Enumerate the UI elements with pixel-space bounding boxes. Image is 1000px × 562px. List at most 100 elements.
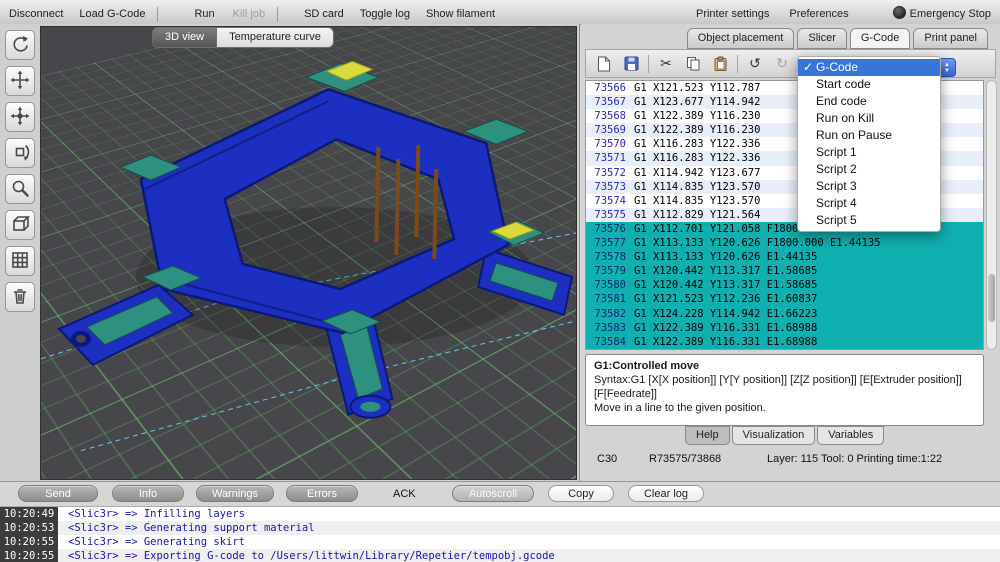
printer-settings-button[interactable]: Printer settings xyxy=(691,8,774,24)
gcode-line-number: 73573 xyxy=(586,180,634,194)
gcode-line-selected[interactable]: 73578G1 X113.133 Y120.626 E1.44135 xyxy=(586,250,983,264)
rotate-object-button[interactable] xyxy=(5,138,35,168)
perspective-view-button[interactable] xyxy=(5,210,35,240)
log-entry: 10:20:55<Slic3r> => Generating skirt xyxy=(0,535,1000,549)
viewport-toolstrip xyxy=(3,30,37,312)
toolbar-separator xyxy=(277,7,278,22)
gcode-text: G1 X114.835 Y123.570 xyxy=(634,180,760,194)
new-file-button[interactable] xyxy=(594,54,614,74)
info-filter-button[interactable]: Info xyxy=(112,485,184,502)
log-message: <Slic3r> => Generating skirt xyxy=(58,535,245,549)
redo-button: ↻ xyxy=(772,54,792,74)
popup-arrows-icon: ▲▼ xyxy=(944,62,950,74)
errors-filter-button[interactable]: Errors xyxy=(286,485,358,502)
tab-slicer[interactable]: Slicer xyxy=(797,28,847,49)
gcode-line-number: 73567 xyxy=(586,95,634,109)
tab-visualization[interactable]: Visualization xyxy=(732,426,816,445)
tab-variables[interactable]: Variables xyxy=(817,426,884,445)
gcode-line-selected[interactable]: 73581G1 X121.523 Y112.236 E1.60837 xyxy=(586,292,983,306)
grid-icon xyxy=(10,250,30,273)
gcode-help-box: G1:Controlled move Syntax:G1 [X[X positi… xyxy=(585,354,984,426)
gcode-line-number: 73570 xyxy=(586,137,634,151)
paste-button[interactable] xyxy=(710,54,730,74)
load-gcode-button[interactable]: Load G-Code xyxy=(74,8,150,24)
move-viewpoint-button[interactable] xyxy=(5,102,35,132)
tab-3d-view[interactable]: 3D view xyxy=(152,27,217,48)
show-grid-button[interactable] xyxy=(5,246,35,276)
delete-object-button[interactable] xyxy=(5,282,35,312)
menu-item-start-code[interactable]: Start code xyxy=(798,76,940,93)
toggle-log-button[interactable]: Toggle log xyxy=(355,8,415,24)
3d-canvas[interactable] xyxy=(40,26,577,480)
pan-icon xyxy=(10,106,30,129)
rotate-object-icon xyxy=(10,142,30,165)
preferences-button[interactable]: Preferences xyxy=(784,8,853,24)
gcode-text: G1 X113.133 Y120.626 F1800.000 E1.44135 xyxy=(634,236,881,250)
menu-item-script-3[interactable]: Script 3 xyxy=(798,178,940,195)
copy-button[interactable] xyxy=(683,54,703,74)
gcode-line-selected[interactable]: 73580G1 X120.442 Y113.317 E1.58685 xyxy=(586,278,983,292)
emergency-stop-button[interactable]: Emergency Stop xyxy=(888,6,996,24)
gcode-line-selected[interactable]: 73584G1 X122.389 Y116.331 E1.68988 xyxy=(586,335,983,349)
magnifier-icon xyxy=(10,178,30,201)
viewport-panel: 3D view Temperature curve xyxy=(0,24,580,482)
run-button[interactable]: Run xyxy=(189,8,219,24)
gcode-line-selected[interactable]: 73582G1 X124.228 Y114.942 E1.66223 xyxy=(586,307,983,321)
autoscroll-button[interactable]: Autoscroll xyxy=(452,485,534,502)
rotate-view-button[interactable] xyxy=(5,30,35,60)
tab-help[interactable]: Help xyxy=(685,426,730,445)
menu-item-script-4[interactable]: Script 4 xyxy=(798,195,940,212)
disconnect-button[interactable]: Disconnect xyxy=(4,8,68,24)
toolbar-separator xyxy=(737,55,738,73)
help-tabs: Help Visualization Variables xyxy=(685,426,886,445)
gcode-text: G1 X122.389 Y116.331 E1.68988 xyxy=(634,321,817,335)
help-syntax: Syntax:G1 [X[X position]] [Y[Y position]… xyxy=(594,373,975,401)
show-filament-button[interactable]: Show filament xyxy=(421,8,500,24)
cut-button[interactable]: ✂ xyxy=(656,54,676,74)
menu-item-run-on-kill[interactable]: Run on Kill xyxy=(798,110,940,127)
move-arrows-icon xyxy=(10,70,30,93)
gcode-text: G1 X113.133 Y120.626 E1.44135 xyxy=(634,250,817,264)
log-timestamp: 10:20:55 xyxy=(0,549,58,562)
menu-item-script-2[interactable]: Script 2 xyxy=(798,161,940,178)
warnings-filter-button[interactable]: Warnings xyxy=(196,485,274,502)
log-entry: 10:20:49<Slic3r> => Infilling layers xyxy=(0,507,1000,521)
print-status-row: C30 R73575/73868 Layer: 115 Tool: 0 Prin… xyxy=(597,453,990,465)
gcode-line-selected[interactable]: 73583G1 X122.389 Y116.331 E1.68988 xyxy=(586,321,983,335)
toolbar-separator xyxy=(157,7,158,22)
gcode-text: G1 X124.228 Y114.942 E1.66223 xyxy=(634,307,817,321)
gcode-line-number: 73566 xyxy=(586,81,634,95)
undo-button[interactable]: ↺ xyxy=(745,54,765,74)
help-title: G1:Controlled move xyxy=(594,359,975,373)
menu-item-end-code[interactable]: End code xyxy=(798,93,940,110)
move-object-button[interactable] xyxy=(5,66,35,96)
log-entry: 10:20:53<Slic3r> => Generating support m… xyxy=(0,521,1000,535)
log-output[interactable]: 10:20:49<Slic3r> => Infilling layers 10:… xyxy=(0,506,1000,562)
gcode-line-number: 73584 xyxy=(586,335,634,349)
gcode-text: G1 X120.442 Y113.317 E1.58685 xyxy=(634,278,817,292)
editor-scrollbar[interactable] xyxy=(986,80,997,350)
menu-item-run-on-pause[interactable]: Run on Pause xyxy=(798,127,940,144)
gcode-text: G1 X114.942 Y123.677 xyxy=(634,166,760,180)
send-button[interactable]: Send xyxy=(18,485,98,502)
gcode-text: G1 X122.389 Y116.230 xyxy=(634,109,760,123)
menu-item-script-5[interactable]: Script 5 xyxy=(798,212,940,229)
clear-log-button[interactable]: Clear log xyxy=(628,485,704,502)
gcode-line-selected[interactable]: 73579G1 X120.442 Y113.317 E1.58685 xyxy=(586,264,983,278)
menu-item-gcode[interactable]: ✓G-Code xyxy=(798,59,940,76)
trash-icon xyxy=(10,286,30,309)
save-button[interactable] xyxy=(621,54,641,74)
menu-item-script-1[interactable]: Script 1 xyxy=(798,144,940,161)
gcode-line-selected[interactable]: 73577G1 X113.133 Y120.626 F1800.000 E1.4… xyxy=(586,236,983,250)
gcode-text: G1 X112.829 Y121.564 xyxy=(634,208,760,222)
tab-gcode[interactable]: G-Code xyxy=(850,28,911,49)
tab-temperature-curve[interactable]: Temperature curve xyxy=(217,27,334,48)
tab-object-placement[interactable]: Object placement xyxy=(687,28,795,49)
gcode-line-number: 73572 xyxy=(586,166,634,180)
zoom-button[interactable] xyxy=(5,174,35,204)
gcode-line-number: 73582 xyxy=(586,307,634,321)
editor-scrollbar-thumb[interactable] xyxy=(988,274,995,322)
sd-card-button[interactable]: SD card xyxy=(299,8,349,24)
copy-button[interactable]: Copy xyxy=(548,485,614,502)
tab-print-panel[interactable]: Print panel xyxy=(913,28,988,49)
